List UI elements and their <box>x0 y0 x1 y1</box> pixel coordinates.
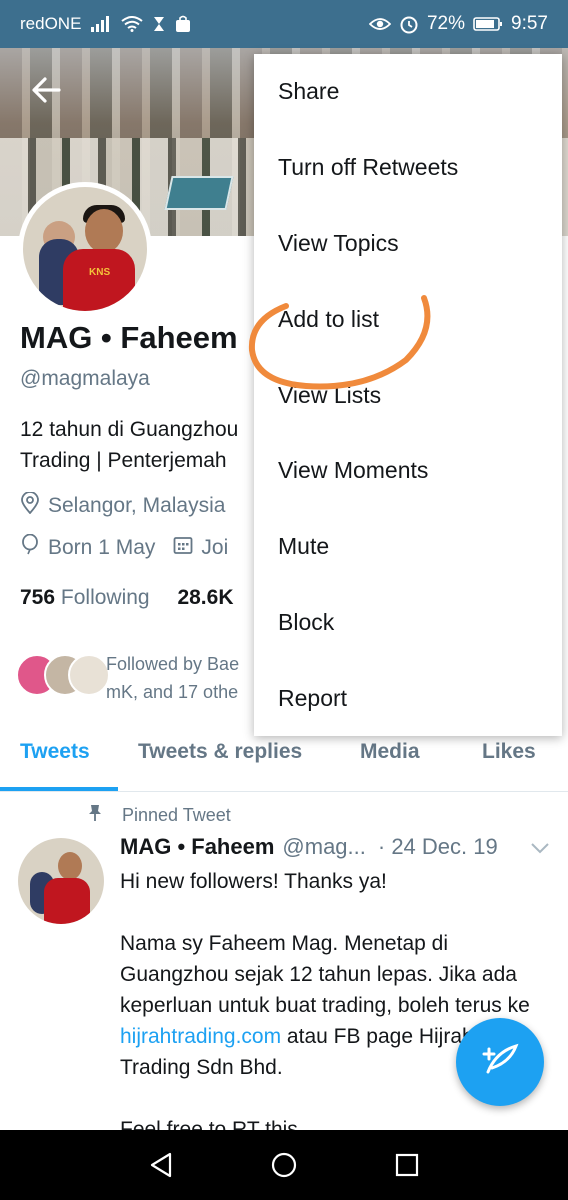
location-row: Selangor, Malaysia <box>20 491 226 520</box>
banner-court <box>164 176 234 210</box>
follower-avatar <box>68 654 110 696</box>
clock-time: 9:57 <box>511 13 548 34</box>
shopping-bag-icon <box>175 15 191 33</box>
tab-media[interactable]: Media <box>360 740 420 764</box>
pin-icon <box>88 804 102 827</box>
location-pin-icon <box>20 491 40 520</box>
profile-bio: 12 tahun di Guangzhou Trading | Penterje… <box>20 418 239 472</box>
menu-item-mute[interactable]: Mute <box>254 509 562 585</box>
nav-home-button[interactable] <box>264 1145 304 1185</box>
profile-handle: @magmalaya <box>20 367 150 390</box>
menu-item-view-topics[interactable]: View Topics <box>254 206 562 282</box>
tweet-text: Nama sy Faheem Mag. Menetap di Guangzhou… <box>120 932 530 1017</box>
profile-avatar[interactable]: KNS <box>18 182 152 316</box>
eye-icon <box>368 17 391 31</box>
overflow-menu: Share Turn off Retweets View Topics Add … <box>254 54 562 736</box>
menu-item-turn-off-retweets[interactable]: Turn off Retweets <box>254 130 562 206</box>
followers-count[interactable]: 28.6K <box>177 586 233 609</box>
pinned-row: Pinned Tweet <box>88 804 231 827</box>
balloon-icon <box>20 533 40 562</box>
menu-item-view-lists[interactable]: View Lists <box>254 357 562 433</box>
menu-item-block[interactable]: Block <box>254 585 562 661</box>
system-nav-bar <box>0 1130 568 1200</box>
following-count[interactable]: 756 <box>20 586 55 609</box>
wifi-icon <box>121 16 144 32</box>
battery-percent: 72% <box>426 13 466 34</box>
back-button[interactable] <box>22 70 70 114</box>
circle-home-icon <box>271 1152 297 1178</box>
tweet-author-name[interactable]: MAG • Faheem <box>120 834 274 860</box>
following-label[interactable]: Following <box>61 586 150 609</box>
hourglass-icon <box>153 16 165 32</box>
tweet-header: MAG • Faheem @mag... · 24 Dec. 19 <box>120 834 550 860</box>
tweet-avatar[interactable] <box>18 838 104 924</box>
follow-stats: 756 Following 28.6K <box>20 586 234 610</box>
battery-icon <box>473 16 503 32</box>
active-tab-indicator <box>0 787 118 791</box>
signal-icon <box>91 16 111 32</box>
status-bar: redONE 72% 9:57 <box>0 0 568 48</box>
tweet-link[interactable]: hijrahtrading.com <box>120 1025 281 1048</box>
pinned-label: Pinned Tweet <box>122 805 231 825</box>
profile-name: MAG • Faheem <box>20 320 238 355</box>
carrier-label: redONE <box>20 14 82 33</box>
compose-tweet-button[interactable] <box>456 1018 544 1106</box>
followed-by-text[interactable]: Followed by Bae mK, and 17 othe <box>106 650 266 706</box>
square-recents-icon <box>395 1153 418 1177</box>
menu-item-report[interactable]: Report <box>254 660 562 736</box>
tweet-author-handle[interactable]: @mag... <box>282 834 365 860</box>
arrow-left-icon <box>31 76 61 108</box>
alarm-icon <box>399 14 419 34</box>
chevron-down-icon[interactable] <box>530 834 550 860</box>
birthday-text: Born 1 May <box>48 536 156 559</box>
tab-likes[interactable]: Likes <box>482 740 536 764</box>
calendar-icon <box>173 535 193 561</box>
tweet-line: Hi new followers! Thanks ya! <box>120 870 387 893</box>
tab-tweets-replies[interactable]: Tweets & replies <box>138 740 302 764</box>
nav-back-button[interactable] <box>141 1145 181 1185</box>
menu-item-add-to-list[interactable]: Add to list <box>254 281 562 357</box>
menu-item-share[interactable]: Share <box>254 54 562 130</box>
triangle-back-icon <box>151 1152 172 1178</box>
birthday-join-row: Born 1 May Joi <box>20 533 229 562</box>
location-text: Selangor, Malaysia <box>48 494 226 517</box>
compose-tweet-icon <box>480 1042 520 1083</box>
nav-recents-button[interactable] <box>387 1145 427 1185</box>
menu-item-view-moments[interactable]: View Moments <box>254 433 562 509</box>
tab-tweets[interactable]: Tweets <box>20 740 90 764</box>
joined-text: Joi <box>201 536 229 559</box>
tweet-date[interactable]: · 24 Dec. 19 <box>378 834 498 860</box>
